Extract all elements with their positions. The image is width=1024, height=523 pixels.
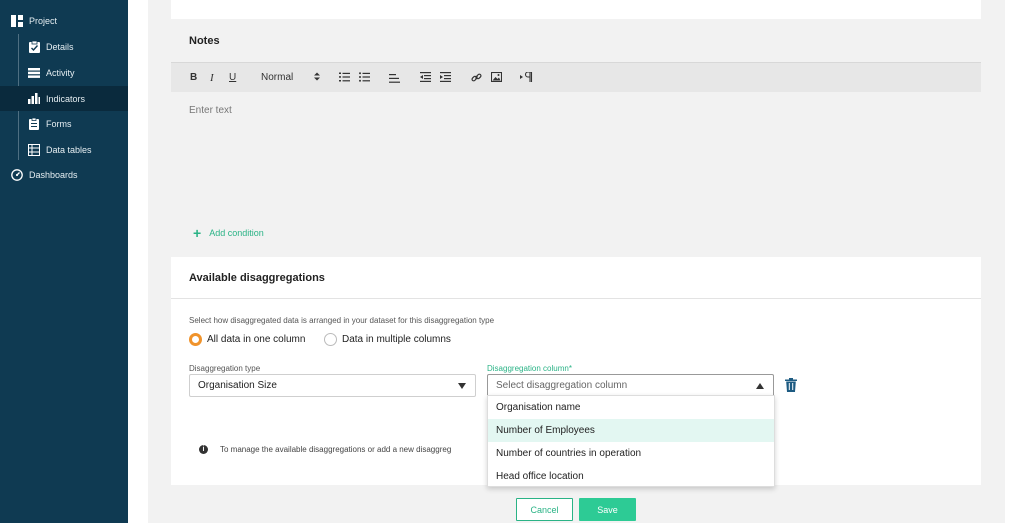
image-icon[interactable] xyxy=(491,72,502,82)
sidebar-item-data-tables[interactable]: Data tables xyxy=(0,137,128,162)
dropdown-option[interactable]: Head office location xyxy=(488,465,774,488)
notes-placeholder: Enter text xyxy=(189,105,232,116)
format-select[interactable]: Normal xyxy=(261,72,293,83)
sidebar-item-label: Forms xyxy=(46,118,72,129)
disaggregation-type-select[interactable]: Organisation Size xyxy=(189,374,476,397)
disaggregation-column-select[interactable]: Select disaggregation column xyxy=(487,374,774,397)
sidebar-item-label: Details xyxy=(46,41,74,52)
top-card-edge xyxy=(171,0,981,19)
dashboard-icon xyxy=(11,168,23,181)
bold-button[interactable]: B xyxy=(190,72,197,83)
add-condition-button[interactable]: + Add condition xyxy=(193,225,264,241)
disaggregation-type-label: Disaggregation type xyxy=(189,364,261,373)
divider xyxy=(171,298,981,299)
radio-all-one-column[interactable]: All data in one column xyxy=(189,333,305,346)
sidebar-item-label: Dashboards xyxy=(29,169,78,180)
sidebar-item-project[interactable]: Project xyxy=(0,8,128,33)
info-text: To manage the available disaggregations … xyxy=(220,445,452,454)
radio-label: All data in one column xyxy=(207,334,306,345)
plus-icon: + xyxy=(193,225,202,241)
chevron-down-icon xyxy=(458,383,466,389)
radio-selected-icon xyxy=(189,333,202,346)
sidebar-item-activity[interactable]: Activity xyxy=(0,60,128,85)
clipboard-icon xyxy=(28,40,40,53)
sidebar-item-label: Project xyxy=(29,15,58,26)
bullet-list-icon[interactable] xyxy=(359,72,370,82)
add-condition-label: Add condition xyxy=(209,228,264,238)
helper-text: Select how disaggregated data is arrange… xyxy=(189,316,495,325)
chevron-up-icon xyxy=(756,383,764,389)
sidebar-item-details[interactable]: Details xyxy=(0,34,128,59)
disaggregations-title: Available disaggregations xyxy=(189,272,325,284)
disaggregation-column-placeholder: Select disaggregation column xyxy=(496,380,628,391)
sidebar-item-label: Activity xyxy=(46,67,75,78)
disaggregation-type-value: Organisation Size xyxy=(198,380,277,391)
right-gutter xyxy=(1005,0,1024,523)
form-icon xyxy=(28,117,40,130)
project-icon xyxy=(11,14,23,27)
ordered-list-icon[interactable] xyxy=(339,72,350,82)
dropdown-option[interactable]: Number of countries in operation xyxy=(488,442,774,465)
cancel-button[interactable]: Cancel xyxy=(516,498,573,521)
align-icon[interactable] xyxy=(389,74,400,83)
sidebar-item-forms[interactable]: Forms xyxy=(0,111,128,136)
italic-button[interactable]: I xyxy=(210,72,214,84)
disaggregation-column-label: Disaggregation column* xyxy=(487,364,572,373)
sidebar-item-label: Indicators xyxy=(46,93,86,104)
activity-icon xyxy=(28,67,40,79)
radio-multiple-columns[interactable]: Data in multiple columns xyxy=(324,333,451,346)
radio-label: Data in multiple columns xyxy=(342,334,451,345)
underline-button[interactable]: U xyxy=(229,72,236,83)
format-select-label: Normal xyxy=(261,72,294,83)
notes-editor[interactable] xyxy=(171,92,981,222)
info-icon: i xyxy=(199,445,208,454)
bar-chart-icon xyxy=(28,93,40,105)
radio-unselected-icon xyxy=(324,333,337,346)
text-direction-icon[interactable] xyxy=(520,72,533,82)
disaggregation-column-dropdown: Organisation name Number of Employees Nu… xyxy=(487,395,775,487)
save-button[interactable]: Save xyxy=(579,498,636,521)
dropdown-option[interactable]: Organisation name xyxy=(488,396,774,419)
sidebar-item-dashboards[interactable]: Dashboards xyxy=(0,162,128,187)
dropdown-option[interactable]: Number of Employees xyxy=(488,419,774,442)
trash-icon[interactable] xyxy=(785,378,797,392)
notes-title: Notes xyxy=(189,35,220,47)
left-gutter xyxy=(128,0,148,523)
link-icon[interactable] xyxy=(471,72,482,83)
info-message: i To manage the available disaggregation… xyxy=(199,445,451,454)
indent-icon[interactable] xyxy=(440,72,451,82)
format-select-caret-icon xyxy=(314,72,320,81)
table-icon xyxy=(28,143,40,156)
sidebar: Project Details Activity Indicators Form… xyxy=(0,0,128,523)
sidebar-item-label: Data tables xyxy=(46,144,92,155)
sidebar-item-indicators[interactable]: Indicators xyxy=(0,86,128,111)
outdent-icon[interactable] xyxy=(420,72,431,82)
